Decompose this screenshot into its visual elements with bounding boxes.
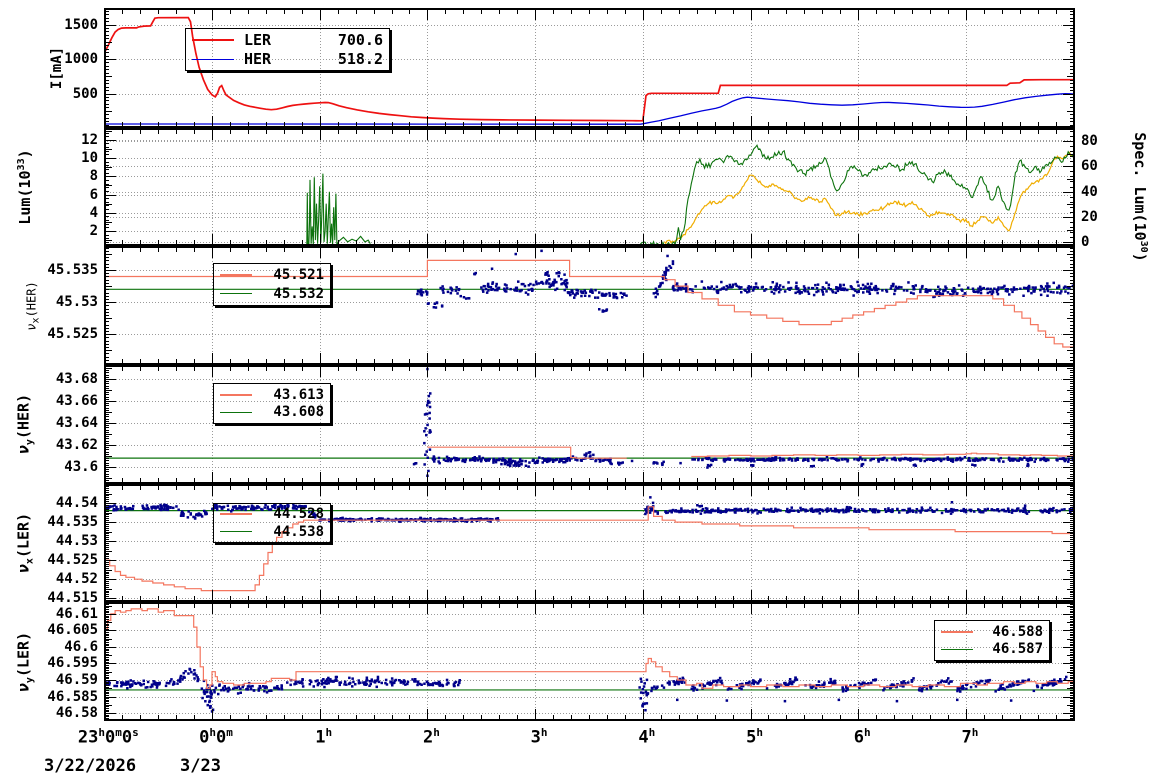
legend-entry: 46.587 [941, 641, 1043, 657]
legend-nux-ler: 44.528 44.538 [213, 503, 331, 543]
legend-entry-value: 46.587 [992, 641, 1043, 658]
setpoint-step-line [691, 452, 1075, 458]
y-tick-label: 8 [89, 168, 98, 185]
legend-nuy-ler: 46.588 46.587 [934, 620, 1050, 661]
x-tick-label: 4h [638, 726, 656, 748]
y-axis-title: νx(LER) [14, 512, 36, 574]
scatter-outliers [432, 249, 669, 309]
legend-entry: 44.528 [220, 506, 324, 522]
legend-entry-value: 44.528 [273, 506, 324, 523]
legend-entry-value: 44.538 [273, 523, 324, 540]
y-tick-label: 6 [89, 186, 98, 203]
gridlines [104, 602, 1075, 721]
legend-line-sample [220, 274, 252, 277]
panel-frame [104, 128, 1075, 246]
date-label: 3/23 [180, 756, 221, 776]
y-tick-label: 1500 [64, 16, 98, 33]
legend-entry: 45.532 [220, 286, 324, 302]
y-tick-label: 43.68 [55, 370, 98, 387]
legend-line-sample [941, 648, 973, 650]
legend-entry-value: 700.6 [337, 31, 383, 49]
legend-line-sample [220, 411, 252, 413]
y-tick-label: 46.61 [55, 605, 98, 622]
legend-line-sample [220, 393, 252, 396]
x-tick-label: 1h [315, 726, 333, 748]
legend-entry-label: HER [244, 50, 272, 68]
y-tick-label: 43.6 [64, 458, 98, 475]
x-tick-label: 7h [961, 726, 979, 748]
legend-entry: 45.521 [220, 267, 324, 283]
x-tick-label: 23h0m0s [77, 726, 139, 748]
y-axis-title: νx(HER) [24, 281, 42, 331]
x-tick-label: 6h [853, 726, 871, 748]
panel-nuy-ler [104, 602, 1075, 721]
scatter-points [412, 392, 1075, 473]
legend-entry-value: 46.588 [992, 623, 1043, 640]
y-tick-label: 45.525 [47, 326, 98, 343]
y-tick-label: 45.535 [47, 262, 98, 279]
series-line [306, 173, 371, 246]
x-tick-label: 0h0m [199, 726, 233, 748]
x-tick-label: 5h [746, 726, 763, 748]
y-tick-label: 44.52 [55, 571, 98, 588]
gridlines [104, 484, 1075, 602]
date-label: 3/22/2026 [44, 756, 137, 776]
y-tick-label: 44.54 [55, 495, 98, 512]
legend-entry-value: 43.608 [273, 404, 324, 421]
scatter-outliers [210, 698, 1013, 713]
legend-entry: HER 518.2 [192, 50, 383, 68]
x-tick-label: 2h [422, 726, 440, 748]
legend-line-sample [220, 531, 252, 533]
legend-entry: 43.608 [220, 404, 324, 420]
legend-line-sample [220, 293, 252, 295]
y-tick-label: 45.53 [55, 294, 98, 311]
panel-luminosity [104, 128, 1075, 246]
y-axis-title: νy(LER) [14, 631, 36, 693]
legend-entry-value: 45.521 [273, 267, 324, 284]
legend-line-sample [941, 630, 973, 633]
legend-line-sample [220, 513, 252, 516]
scatter-points [416, 260, 1075, 313]
panel-nux-ler [104, 484, 1075, 602]
gridlines [104, 128, 1075, 246]
y-axis-title: Lum(1033) [16, 149, 34, 225]
y-axis-title: I[mA] [49, 46, 65, 90]
x-tick-label: 3h [530, 726, 548, 748]
setpoint-step-line [427, 446, 627, 459]
legend-entry: 46.588 [941, 624, 1043, 640]
setpoint-step-line [104, 608, 1075, 689]
legend-nux-her: 45.521 45.532 [213, 263, 331, 306]
axis-ticks [105, 603, 1074, 720]
right-axis-title: Spec. Lum(1030) [1131, 132, 1149, 262]
y-tick-label: 46.58 [55, 705, 98, 722]
axis-ticks [105, 129, 1074, 245]
legend-entry: LER 700.6 [192, 31, 383, 49]
y-axis-title: νy(HER) [14, 393, 36, 455]
beam-status-strip-chart: 500 1000 1500 I[mA] LER 700.6 HER 518.2 2 4 6 8 10 12… [0, 0, 1154, 782]
y-tick-label: 12 [81, 131, 98, 148]
y-tick-label: 2 [89, 222, 98, 239]
legend-beam-current: LER 700.6 HER 518.2 [185, 28, 390, 71]
legend-line-sample [192, 39, 234, 41]
y-tick-label: 4 [89, 204, 98, 221]
legend-entry-value: 518.2 [337, 50, 383, 68]
panel-frame [104, 602, 1075, 721]
legend-entry-value: 43.613 [273, 386, 324, 403]
legend-nuy-her: 43.613 43.608 [213, 383, 331, 424]
legend-line-sample [192, 58, 234, 60]
legend-entry-label: LER [244, 31, 272, 49]
scatter-outliers [649, 496, 1027, 507]
y-tick-label: 44.515 [47, 590, 98, 607]
y-tick-label: 10 [81, 150, 98, 167]
legend-entry-value: 45.532 [273, 285, 324, 302]
legend-entry: 43.613 [220, 387, 324, 403]
legend-entry: 44.538 [220, 524, 324, 540]
